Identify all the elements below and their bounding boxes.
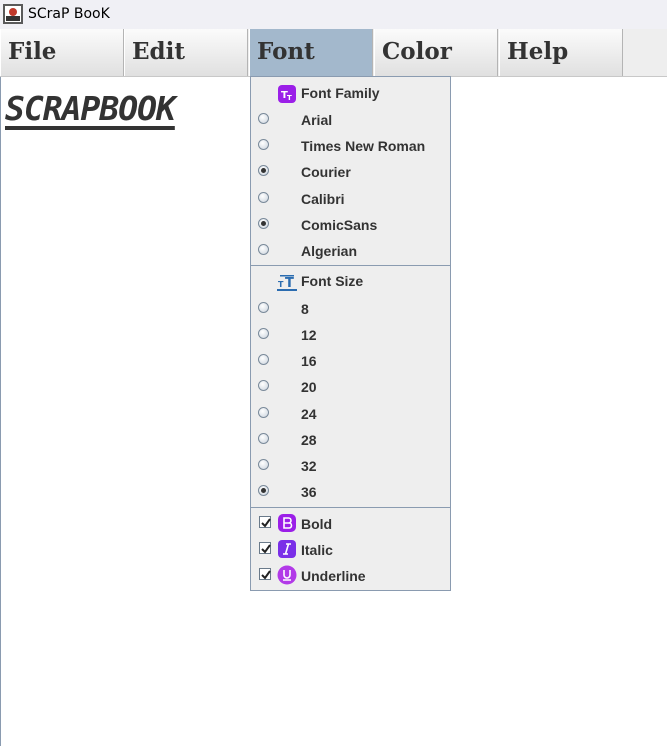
menu-item-label: 20 — [301, 379, 317, 395]
menu-item-size-16[interactable]: 16 — [251, 348, 450, 374]
menu-color[interactable]: Color — [374, 29, 498, 76]
menu-item-font-calibri[interactable]: Calibri — [251, 186, 450, 212]
menu-item-label: Arial — [301, 112, 333, 128]
menu-item-label: ComicSans — [301, 217, 378, 233]
font-family-header: T T Font Family — [251, 82, 450, 108]
menu-item-label: Italic — [301, 542, 333, 558]
radio-button-selected[interactable] — [258, 165, 269, 176]
menu-item-label: 24 — [301, 406, 317, 422]
radio-button[interactable] — [258, 139, 269, 150]
italic-icon — [278, 540, 296, 558]
underline-icon — [277, 565, 297, 585]
menu-item-label: Courier — [301, 164, 351, 180]
title-bar: SCraP BooK — [0, 0, 667, 29]
menu-item-label: Algerian — [301, 243, 358, 259]
menu-item-bold[interactable]: Bold — [251, 511, 450, 537]
menu-separator — [251, 507, 450, 508]
font-family-label: Font Family — [301, 85, 380, 101]
menu-item-size-36[interactable]: 36 — [251, 479, 450, 505]
menu-edit[interactable]: Edit — [124, 29, 248, 76]
radio-button[interactable] — [258, 407, 269, 418]
italic-checkbox[interactable] — [259, 542, 271, 554]
menu-item-size-12[interactable]: 12 — [251, 322, 450, 348]
menu-item-font-comicsans[interactable]: ComicSans — [251, 212, 450, 238]
radio-button[interactable] — [258, 192, 269, 203]
font-size-icon: T T — [277, 275, 297, 291]
menu-item-italic[interactable]: Italic — [251, 537, 450, 563]
app-icon — [3, 4, 23, 24]
menu-item-font-algerian[interactable]: Algerian — [251, 238, 450, 264]
document-text[interactable]: SCRAPBOOK — [5, 89, 176, 128]
menu-item-size-32[interactable]: 32 — [251, 453, 450, 479]
menu-item-label: Times New Roman — [301, 138, 426, 154]
window-title: SCraP BooK — [28, 6, 110, 22]
menu-item-font-arial[interactable]: Arial — [251, 107, 450, 133]
svg-text:T: T — [278, 280, 284, 289]
menu-help[interactable]: Help — [499, 29, 623, 76]
menu-item-underline[interactable]: Underline — [251, 563, 450, 589]
radio-button[interactable] — [258, 380, 269, 391]
font-family-icon: T T — [278, 85, 296, 103]
menu-item-size-28[interactable]: 28 — [251, 427, 450, 453]
menu-item-label: 32 — [301, 458, 317, 474]
font-dropdown-menu: T T Font Family Arial Times New Roman Co… — [250, 76, 451, 591]
menu-item-label: 36 — [301, 484, 317, 500]
radio-button-selected[interactable] — [258, 485, 269, 496]
bold-checkbox[interactable] — [259, 516, 271, 528]
radio-button-selected[interactable] — [258, 218, 269, 229]
menu-item-font-courier[interactable]: Courier — [251, 159, 450, 185]
menu-item-label: 8 — [301, 301, 309, 317]
radio-button[interactable] — [258, 354, 269, 365]
menu-item-font-times-new-roman[interactable]: Times New Roman — [251, 133, 450, 159]
menu-item-label: 28 — [301, 432, 317, 448]
menu-item-label: Bold — [301, 516, 333, 532]
menu-item-size-8[interactable]: 8 — [251, 296, 450, 322]
menu-item-label: Calibri — [301, 191, 345, 207]
menu-item-size-20[interactable]: 20 — [251, 374, 450, 400]
bold-icon — [278, 514, 296, 532]
menu-file[interactable]: File — [0, 29, 124, 76]
radio-button[interactable] — [258, 459, 269, 470]
menu-item-label: 12 — [301, 327, 317, 343]
menu-item-label: Underline — [301, 568, 366, 584]
radio-button[interactable] — [258, 302, 269, 313]
underline-checkbox[interactable] — [259, 568, 271, 580]
radio-button[interactable] — [258, 433, 269, 444]
menu-item-size-24[interactable]: 24 — [251, 401, 450, 427]
menu-font[interactable]: Font — [249, 29, 373, 76]
svg-text:T: T — [287, 94, 292, 102]
menu-separator — [251, 265, 450, 266]
font-size-header: T T Font Size — [251, 270, 450, 296]
radio-button[interactable] — [258, 244, 269, 255]
radio-button[interactable] — [258, 328, 269, 339]
font-size-label: Font Size — [301, 273, 364, 289]
radio-button[interactable] — [258, 113, 269, 124]
svg-text:T: T — [285, 276, 294, 291]
menu-bar: File Edit Font Color Help — [0, 29, 667, 77]
menu-item-label: 16 — [301, 353, 317, 369]
